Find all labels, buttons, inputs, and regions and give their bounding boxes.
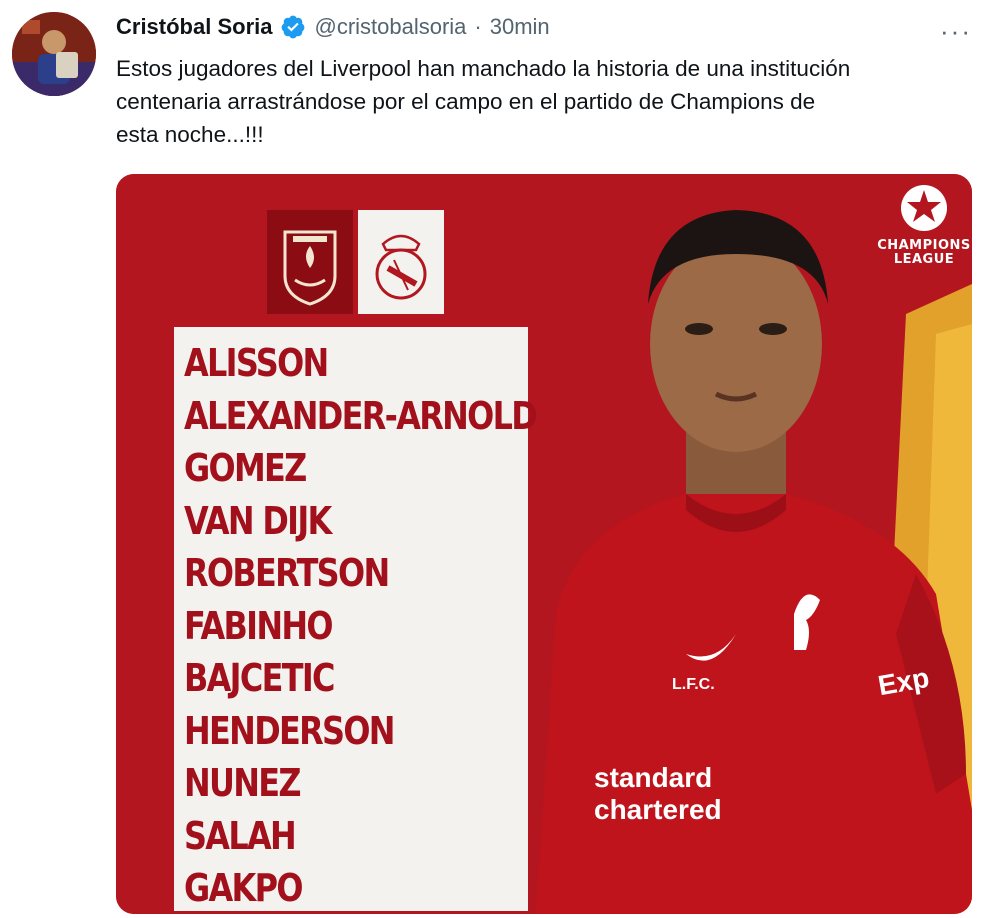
lineup-player-name: VAN DIJK <box>184 498 332 543</box>
tweet-header: Cristóbal Soria @cristobalsoria · 30min <box>116 14 550 40</box>
liverpool-crest-icon <box>267 210 353 314</box>
lineup-player-name: NUNEZ <box>184 761 302 805</box>
lineup-panel: ALISSON ALEXANDER-ARNOLD GOMEZ VAN DIJK ROBE… <box>174 327 538 914</box>
meta-separator: · <box>474 14 482 39</box>
tweet-timestamp[interactable]: 30min <box>490 14 550 40</box>
verified-badge-icon <box>282 15 305 39</box>
author-handle[interactable]: @cristobalsoria <box>314 14 466 40</box>
sponsor-line: chartered <box>594 794 722 825</box>
real-madrid-crest-icon <box>358 210 444 314</box>
tweet-text-line: Estos jugadores del Liverpool han mancha… <box>116 56 851 81</box>
author-name[interactable]: Cristóbal Soria <box>116 14 272 40</box>
lineup-player-name: ROBERTSON <box>184 551 390 595</box>
lineup-player-name: BAJCETIC <box>184 656 335 700</box>
tweet-media-image[interactable]: CHAMPIONS LEAGUE ALISSON ALEXANDER-ARNOLD… <box>116 174 972 914</box>
sponsor-line: standard <box>594 762 713 793</box>
lineup-player-name: SALAH <box>184 813 297 858</box>
lineup-list: ALISSON ALEXANDER-ARNOLD GOMEZ VAN DIJK ROBE… <box>174 327 538 914</box>
tweet-text-line: centenaria arrastrándose por el campo en… <box>116 89 816 114</box>
lineup-player-name: GOMEZ <box>184 446 307 490</box>
tweet-text-line: esta noche...!!! <box>116 122 264 147</box>
avatar-image <box>12 12 96 96</box>
lineup-player-name: ALISSON <box>184 341 329 385</box>
tweet-text: Estos jugadores del Liverpool han mancha… <box>116 52 986 151</box>
lineup-player-name: GAKPO <box>184 866 303 910</box>
lineup-player-name: FABINHO <box>184 603 334 648</box>
author-avatar[interactable] <box>12 12 96 96</box>
more-options-button[interactable]: ··· <box>940 16 972 47</box>
lineup-player-name: ALEXANDER-ARNOLD <box>184 393 538 438</box>
shirt-crest-label: L.F.C. <box>672 676 715 693</box>
lineup-player-name: HENDERSON <box>184 708 396 753</box>
shirt-sponsor: standard chartered <box>594 762 722 826</box>
